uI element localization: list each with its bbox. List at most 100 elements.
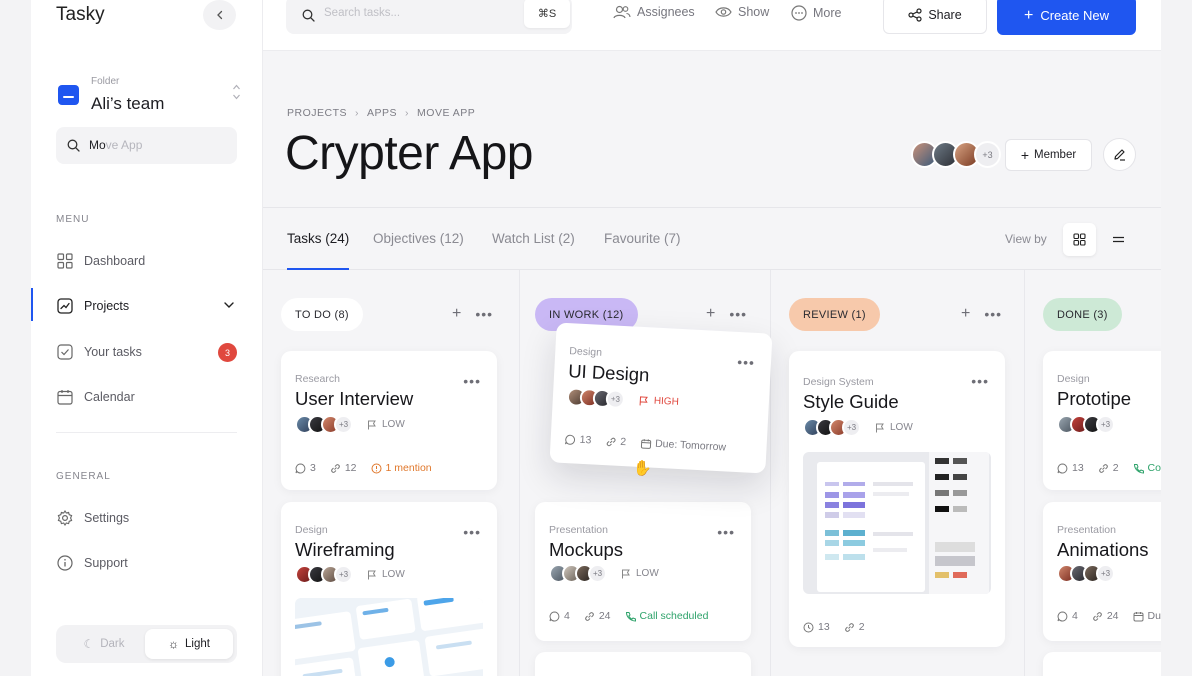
dragged-task-card[interactable]: Design UI Design ••• +3 HIGH 13 2 Due: T… <box>549 322 773 474</box>
task-card[interactable]: Presentation Mockups ••• +3 LOW 4 24 Cal… <box>535 502 751 641</box>
more-icon[interactable]: ••• <box>475 306 493 322</box>
add-member-button[interactable]: + Member <box>1005 139 1092 171</box>
more-icon[interactable]: ••• <box>729 306 747 322</box>
list-view-button[interactable] <box>1102 223 1135 256</box>
breadcrumb: PROJECTS › APPS › MOVE APP <box>287 107 475 119</box>
task-card[interactable] <box>1043 652 1161 676</box>
task-title: Style Guide <box>803 391 899 412</box>
chevron-down-icon[interactable] <box>223 299 235 311</box>
flag-icon <box>875 423 885 433</box>
info-icon <box>56 554 74 572</box>
share-button[interactable]: Share <box>883 0 987 34</box>
task-meta: +3 LOW <box>295 415 405 434</box>
breadcrumb-item[interactable]: PROJECTS <box>287 107 347 119</box>
sidebar-search-input[interactable]: Move App <box>56 127 237 164</box>
grid-view-button[interactable] <box>1063 223 1096 256</box>
task-category: Design System <box>803 376 874 388</box>
general-section-label: GENERAL <box>56 471 111 482</box>
search-shortcut: ⌘S <box>524 0 570 28</box>
edit-button[interactable] <box>1103 138 1136 171</box>
more-icon[interactable]: ••• <box>971 373 989 389</box>
tab-watch-list[interactable]: Watch List (2) <box>492 231 575 246</box>
task-search-input[interactable]: Search tasks... ⌘S <box>286 0 572 34</box>
priority-text: LOW <box>636 568 659 579</box>
add-task-icon[interactable]: + <box>452 305 461 323</box>
task-card[interactable]: Research User Interview ••• +3 LOW 3 12 … <box>281 351 497 490</box>
assignee-avatars: +3 <box>1057 415 1115 434</box>
tab-tasks[interactable]: Tasks (24) <box>287 231 349 246</box>
priority-text: LOW <box>382 419 405 430</box>
more-icon[interactable]: ••• <box>737 354 756 371</box>
folder-selector[interactable]: Folder Ali’s team <box>56 74 241 120</box>
create-new-button[interactable]: + Create New <box>997 0 1136 35</box>
link-icon <box>1098 463 1109 474</box>
column-actions: + ••• <box>961 305 1002 323</box>
theme-light-option[interactable]: ☼ Light <box>145 629 233 659</box>
task-stats: 4 24 Call scheduled <box>549 610 722 622</box>
avatar-more-count: +3 <box>334 415 353 434</box>
comments-count-value: 13 <box>579 433 592 447</box>
comments-count-value: 13 <box>1072 462 1084 474</box>
task-card[interactable]: Design Prototipe +3 13 2 Co <box>1043 351 1161 490</box>
link-icon <box>330 463 341 474</box>
sidebar-item-calendar[interactable]: Calendar <box>56 382 237 412</box>
column-status-review[interactable]: REVIEW (1) <box>789 298 880 331</box>
plus-icon: + <box>1024 6 1034 24</box>
task-card[interactable]: Design Wireframing ••• +3 LOW <box>281 502 497 676</box>
sun-icon: ☼ <box>168 637 180 651</box>
notification-badge: 3 <box>218 343 237 362</box>
calendar-icon <box>640 437 652 449</box>
due-date: Due: Tomorrow <box>640 437 726 453</box>
breadcrumb-item[interactable]: MOVE APP <box>417 107 475 119</box>
add-task-icon[interactable]: + <box>706 305 715 323</box>
sidebar-item-support[interactable]: Support <box>56 548 237 578</box>
links-count-value: 2 <box>858 621 865 633</box>
priority-label: HIGH <box>639 395 679 408</box>
sidebar-item-settings[interactable]: Settings <box>56 503 237 533</box>
more-icon[interactable]: ••• <box>463 373 481 389</box>
more-button[interactable]: More <box>791 5 841 21</box>
breadcrumb-item[interactable]: APPS <box>367 107 397 119</box>
links-count: 2 <box>1098 462 1119 474</box>
task-card[interactable]: Design System Style Guide ••• +3 LOW 13 … <box>789 351 1005 647</box>
sidebar-item-your-tasks[interactable]: Your tasks 3 <box>56 337 237 367</box>
comments-count: 13 <box>564 433 592 447</box>
task-meta: +3 LOW <box>803 418 913 437</box>
search-icon <box>67 139 80 152</box>
moon-icon: ☾ <box>83 637 95 651</box>
links-count-value: 24 <box>1106 610 1119 622</box>
chart-icon <box>56 297 74 315</box>
tab-objectives[interactable]: Objectives (12) <box>373 231 464 246</box>
collapse-sidebar-button[interactable] <box>203 0 236 30</box>
theme-dark-option[interactable]: ☾ Dark <box>60 629 148 659</box>
column-status-done[interactable]: DONE (3) <box>1043 298 1122 331</box>
tab-favourite[interactable]: Favourite (7) <box>604 231 681 246</box>
add-task-icon[interactable]: + <box>961 305 970 323</box>
sidebar-item-label: Your tasks <box>84 345 142 359</box>
page-title: Crypter App <box>285 127 533 180</box>
priority-label: LOW <box>367 569 405 580</box>
more-icon[interactable]: ••• <box>717 524 735 540</box>
avatar-more-count: +3 <box>842 418 861 437</box>
top-bar: Search tasks... ⌘S Assignees Show More S… <box>263 0 1161 51</box>
share-label: Share <box>928 8 962 22</box>
column-actions: + ••• <box>706 305 747 323</box>
grid-icon <box>56 252 74 270</box>
more-circle-icon <box>791 5 807 21</box>
sidebar-item-dashboard[interactable]: Dashboard <box>56 246 237 276</box>
member-avatars[interactable]: +3 <box>911 141 1001 168</box>
task-card[interactable] <box>535 652 751 676</box>
flag-icon <box>621 569 631 579</box>
column-status-todo[interactable]: TO DO (8) <box>281 298 363 331</box>
more-icon[interactable]: ••• <box>984 306 1002 322</box>
comments-count: 3 <box>295 462 316 474</box>
assignee-avatars: +3 <box>549 564 607 583</box>
assignees-button[interactable]: Assignees <box>613 5 695 19</box>
links-count: 2 <box>605 435 626 448</box>
show-button[interactable]: Show <box>715 5 769 19</box>
menu-section-label: MENU <box>56 214 90 225</box>
app-window: Tasky Folder Ali’s team Move App MENU Da… <box>31 0 1161 676</box>
task-card[interactable]: Presentation Animations +3 4 24 Du <box>1043 502 1161 641</box>
more-icon[interactable]: ••• <box>463 524 481 540</box>
sidebar-item-projects[interactable]: Projects <box>56 291 237 321</box>
